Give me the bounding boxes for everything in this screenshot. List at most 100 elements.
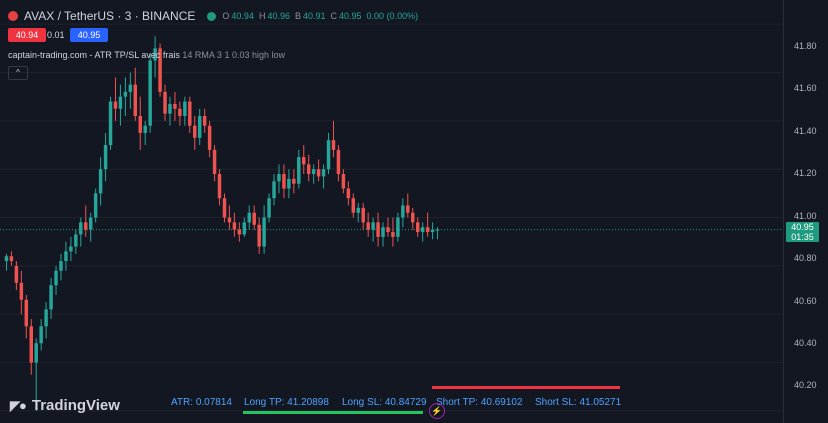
candle-body [415,222,420,233]
price-axis[interactable]: 41.80 41.60 41.40 41.20 41.00 40.80 40.6… [783,0,828,423]
price-tick: 40.80 [794,253,817,263]
candle-body [123,91,128,97]
candle-body [425,227,430,233]
price-tick: 41.40 [794,126,817,136]
candlestick-chart[interactable] [0,0,783,423]
candle-body [14,265,19,283]
candle-body [79,222,83,235]
candle-body [93,193,98,218]
long-indicator-bar [243,411,423,414]
candle-body [406,205,410,213]
candle-body [4,256,9,262]
price-tick: 41.80 [794,41,817,51]
candle-body [267,198,271,218]
ohlc-value: 40.91 [302,11,326,21]
candle-body [138,116,142,133]
candle-body [247,212,251,223]
candle-body [163,91,167,114]
candle-body [113,101,118,109]
candle-body [401,205,405,218]
candle-body [24,299,29,327]
candle-body [64,251,68,262]
candle-body [252,212,256,225]
buy-button[interactable]: 40.95 [70,28,108,42]
candle-body [19,282,24,300]
indicator-name: captain-trading.com - ATR TP/SL avec fra… [8,50,180,60]
tradingview-mark-icon: ◤● [10,397,27,413]
short-tp-value: Short TP: 40.69102 [436,397,523,408]
candle-body [69,246,73,252]
candle-body [9,256,14,262]
change-value: 0.00 (0.00%) [366,11,419,21]
price-tick: 40.20 [794,380,817,390]
price-tick: 40.40 [794,338,817,348]
candle-body [351,198,356,213]
spread-value: 0.01 [47,30,65,40]
candle-body [222,198,227,218]
candle-body [341,174,346,189]
ohlc-key: H [258,11,266,21]
candle-body [376,222,380,237]
chart-pane[interactable] [0,0,783,423]
candle-body [297,157,301,184]
candle-body [292,178,296,184]
candle-body [74,234,78,247]
long-sl-value: Long SL: 40.84729 [342,397,427,408]
candle-body [306,164,311,175]
candle-body [178,108,182,117]
candle-body [197,116,202,138]
candle-body [227,217,232,223]
ohlc-key: C [330,11,338,21]
atr-value: ATR: 0.07814 [171,397,232,408]
candle-body [217,174,222,199]
candle-body [326,140,331,170]
indicator-legend[interactable]: captain-trading.com - ATR TP/SL avec fra… [8,50,285,60]
candle-body [193,125,197,138]
lightning-icon[interactable]: ⚡ [429,403,445,419]
price-tick: 41.20 [794,168,817,178]
candle-body [88,217,93,230]
tradingview-logo[interactable]: ◤● TradingView [10,397,120,414]
candle-body [232,222,237,230]
price-tick: 41.00 [794,211,817,221]
tradingview-wordmark: TradingView [31,397,120,414]
candle-body [272,181,276,199]
candle-body [430,229,435,233]
candle-body [128,84,133,92]
ohlc-value: 40.94 [231,11,254,21]
candle-body [302,157,306,165]
candle-body [98,169,103,194]
candle-body [108,101,113,146]
candle-body [148,60,152,126]
candle-body [316,169,321,177]
candle-body [29,326,33,363]
candle-body [183,101,187,117]
candle-body [143,125,147,133]
collapse-legend-button[interactable]: ^ [8,66,28,80]
candle-body [391,232,395,237]
symbol-title[interactable]: AVAX / TetherUS · 3 · BINANCE [24,9,195,23]
candle-body [103,145,108,170]
candle-body [321,169,326,177]
price-tick: 40.60 [794,296,817,306]
candle-body [336,149,341,175]
candle-body [133,84,138,117]
candle-body [207,125,212,150]
candle-body [173,103,177,109]
market-status-icon[interactable] [207,11,217,21]
ohlc-key: O [222,11,230,21]
candle-body [346,188,351,199]
candle-body [420,227,425,233]
candle-body [34,343,38,363]
candle-body [361,207,365,223]
candle-body [168,103,172,114]
candle-body [118,96,123,109]
candle-body [237,229,242,235]
indicator-params: 14 RMA 3 1 0.03 high low [182,50,285,60]
short-indicator-bar [432,386,620,389]
ohlc-key: B [294,11,301,21]
current-price-label: 40.95 01:35 [786,222,819,242]
candle-body [39,326,43,344]
candle-body [188,101,192,126]
sell-button[interactable]: 40.94 [8,28,46,42]
